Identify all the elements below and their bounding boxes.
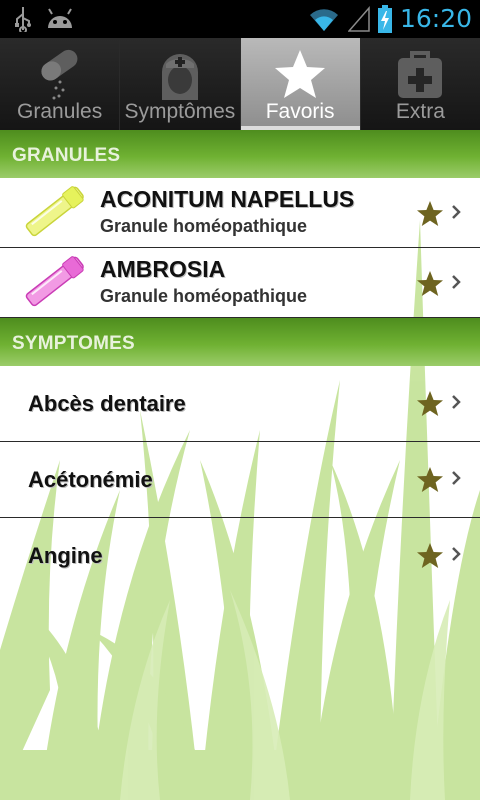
tab-symptomes[interactable]: Symptômes bbox=[120, 38, 241, 130]
favorite-star-icon[interactable] bbox=[416, 200, 444, 228]
tab-label: Symptômes bbox=[124, 100, 236, 123]
wifi-icon bbox=[309, 9, 338, 32]
tab-label: Extra bbox=[395, 100, 445, 123]
section-header-symptomes: SYMPTOMES bbox=[0, 318, 480, 366]
first-aid-kit-icon bbox=[398, 51, 443, 98]
granule-title: AMBROSIA bbox=[100, 256, 226, 282]
tab-extra[interactable]: Extra bbox=[360, 38, 480, 130]
chevron-right-icon bbox=[452, 547, 461, 561]
symptome-title: Angine bbox=[28, 543, 103, 568]
chevron-right-icon bbox=[452, 275, 461, 289]
chevron-right-icon bbox=[452, 395, 461, 409]
list-item[interactable]: ACONITUM NAPELLUS Granule homéopathique bbox=[0, 178, 480, 248]
granule-title: ACONITUM NAPELLUS bbox=[100, 186, 355, 212]
yellow-tube-icon bbox=[25, 186, 84, 237]
pink-tube-icon bbox=[25, 256, 84, 307]
signal-icon bbox=[347, 6, 370, 32]
chevron-right-icon bbox=[452, 471, 461, 485]
clock: 16:20 bbox=[399, 4, 472, 33]
status-bar: 16:20 bbox=[0, 0, 480, 38]
favorite-star-icon[interactable] bbox=[416, 270, 444, 298]
favorite-star-icon[interactable] bbox=[416, 466, 444, 494]
android-icon bbox=[48, 8, 72, 28]
nurse-icon bbox=[161, 54, 198, 100]
favorite-star-icon[interactable] bbox=[416, 542, 444, 570]
star-icon bbox=[275, 50, 326, 98]
favorites-list[interactable]: GRANULES ACONITUM NAPELLUS Granule homéo… bbox=[0, 130, 480, 800]
status-bar-left bbox=[14, 6, 74, 32]
section-header-granules: GRANULES bbox=[0, 130, 480, 178]
list-item[interactable]: AMBROSIA Granule homéopathique bbox=[0, 248, 480, 318]
status-bar-right: 16:20 bbox=[308, 4, 472, 34]
tab-label: Granules bbox=[17, 100, 103, 123]
granule-subtitle: Granule homéopathique bbox=[100, 216, 308, 236]
symptome-title: Acétonémie bbox=[28, 467, 153, 492]
favorite-star-icon[interactable] bbox=[416, 390, 444, 418]
tab-granules[interactable]: Granules bbox=[0, 38, 121, 130]
usb-icon bbox=[15, 7, 31, 32]
list-item[interactable]: Angine bbox=[0, 518, 480, 594]
battery-charging-icon bbox=[377, 5, 392, 33]
list-item[interactable]: Acétonémie bbox=[0, 442, 480, 518]
tab-bar: Granules Symptômes Favoris Extra bbox=[0, 38, 480, 130]
chevron-right-icon bbox=[452, 205, 461, 219]
symptome-title: Abcès dentaire bbox=[28, 391, 186, 416]
tab-favoris[interactable]: Favoris bbox=[240, 38, 361, 130]
tab-label: Favoris bbox=[265, 100, 335, 123]
granules-icon bbox=[41, 49, 78, 100]
list-item[interactable]: Abcès dentaire bbox=[0, 366, 480, 442]
granule-subtitle: Granule homéopathique bbox=[100, 286, 308, 306]
